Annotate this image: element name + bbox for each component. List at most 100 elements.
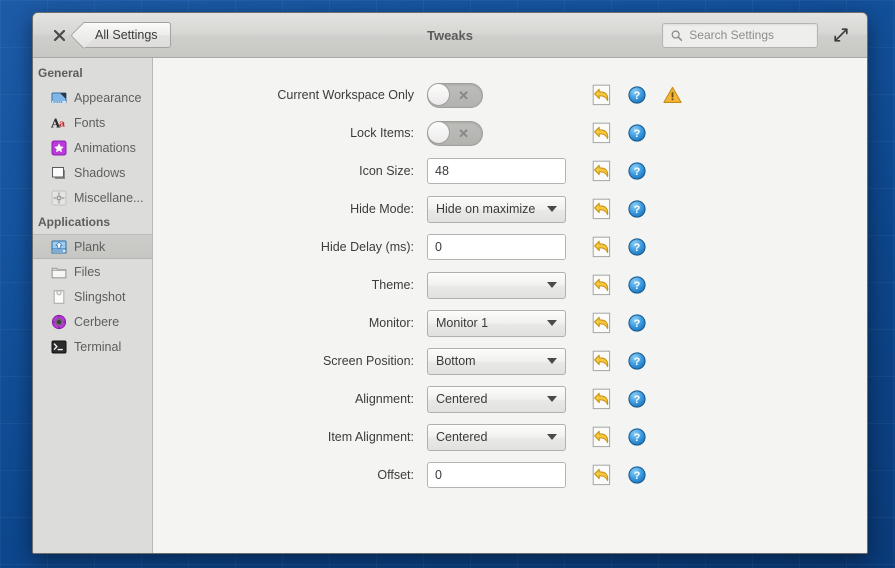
help-button-alignment[interactable]: ? — [627, 390, 647, 408]
setting-actions: ? — [592, 350, 682, 372]
spinner-hide-delay-ms[interactable]: −+ — [427, 234, 566, 260]
spinner-offset[interactable]: −+ — [427, 462, 566, 488]
help-button-hide-mode[interactable]: ? — [627, 200, 647, 218]
help-button-offset[interactable]: ? — [627, 466, 647, 484]
setting-label-current-workspace-only: Current Workspace Only — [277, 88, 414, 102]
search-input[interactable] — [689, 28, 809, 42]
reset-button-current-workspace-only[interactable] — [592, 84, 612, 106]
sidebar-item-plank[interactable]: Plank — [33, 234, 152, 259]
help-icon: ? — [628, 124, 646, 142]
sidebar-item-slingshot[interactable]: Slingshot — [33, 284, 152, 309]
help-button-icon-size[interactable]: ? — [627, 162, 647, 180]
reset-button-screen-position[interactable] — [592, 350, 612, 372]
close-button[interactable] — [49, 25, 69, 45]
chevron-down-icon — [547, 320, 557, 326]
help-button-item-alignment[interactable]: ? — [627, 428, 647, 446]
help-button-lock-items[interactable]: ? — [627, 124, 647, 142]
sidebar-item-label: Plank — [74, 239, 106, 254]
toggle-off-mark: ✕ — [458, 125, 469, 141]
toggle-switch-lock-items[interactable]: ✕ — [427, 120, 483, 146]
setting-row-lock-items: Lock Items: ✕? — [153, 114, 867, 152]
sidebar-item-files[interactable]: Files — [33, 259, 152, 284]
sidebar-item-animations[interactable]: Animations — [33, 135, 152, 160]
sidebar-item-appearance[interactable]: Appearance — [33, 85, 152, 110]
dropdown-value-item-alignment: Centered — [436, 430, 488, 444]
sidebar-item-miscellane[interactable]: Miscellane... — [33, 185, 152, 210]
cerbere-icon — [51, 314, 67, 330]
help-button-current-workspace-only[interactable]: ? — [627, 86, 647, 104]
sidebar-item-fonts[interactable]: Aa Fonts — [33, 110, 152, 135]
svg-text:?: ? — [634, 318, 641, 330]
toggle-switch-current-workspace-only[interactable]: ✕ — [427, 82, 483, 108]
sidebar-item-label: Fonts — [74, 115, 106, 130]
svg-text:?: ? — [634, 128, 641, 140]
svg-text:?: ? — [634, 90, 641, 102]
dropdown-hide-mode[interactable]: Hide on maximize — [427, 195, 566, 223]
search-icon — [671, 29, 683, 41]
setting-label-offset: Offset: — [377, 468, 414, 482]
sidebar-item-shadows[interactable]: Shadows — [33, 160, 152, 185]
help-button-theme[interactable]: ? — [627, 276, 647, 294]
search-box[interactable] — [662, 22, 818, 48]
setting-label-alignment: Alignment: — [354, 392, 414, 406]
all-settings-back-button[interactable]: All Settings — [83, 22, 171, 48]
setting-control-wrap: ✕ — [427, 82, 566, 108]
reset-button-icon-size[interactable] — [592, 160, 612, 182]
sidebar-item-label: Appearance — [74, 90, 142, 105]
help-icon: ? — [628, 276, 646, 294]
all-settings-label: All Settings — [95, 28, 158, 42]
setting-label-hide-delay-ms: Hide Delay (ms): — [320, 240, 414, 254]
setting-row-offset: Offset: −+? — [153, 456, 867, 494]
toggle-knob — [427, 120, 450, 144]
setting-actions: ? — [592, 274, 682, 296]
reset-button-hide-delay-ms[interactable] — [592, 236, 612, 258]
reset-button-hide-mode[interactable] — [592, 198, 612, 220]
maximize-button[interactable] — [830, 24, 852, 46]
plank-icon — [51, 239, 67, 255]
spinner-value-hide-delay-ms[interactable] — [428, 235, 565, 259]
setting-control-wrap: Bottom — [427, 347, 566, 375]
appearance-icon — [51, 90, 67, 106]
chevron-down-icon — [547, 282, 557, 288]
reset-button-theme[interactable] — [592, 274, 612, 296]
close-icon — [53, 29, 65, 41]
dropdown-screen-position[interactable]: Bottom — [427, 347, 566, 375]
reset-icon — [592, 122, 611, 144]
maximize-icon — [834, 28, 848, 42]
reset-icon — [592, 84, 611, 106]
toggle-knob — [427, 82, 450, 106]
help-icon: ? — [628, 86, 646, 104]
setting-actions: ? — [592, 312, 682, 334]
help-button-screen-position[interactable]: ? — [627, 352, 647, 370]
spinner-icon-size[interactable]: −+ — [427, 158, 566, 184]
sidebar-item-label: Slingshot — [74, 289, 126, 304]
sidebar-item-label: Terminal — [74, 339, 122, 354]
help-icon: ? — [628, 314, 646, 332]
sidebar-group-header: General — [38, 66, 83, 80]
reset-button-offset[interactable] — [592, 464, 612, 486]
help-button-monitor[interactable]: ? — [627, 314, 647, 332]
sidebar-item-cerbere[interactable]: Cerbere — [33, 309, 152, 334]
help-icon: ? — [628, 200, 646, 218]
reset-button-alignment[interactable] — [592, 388, 612, 410]
help-icon: ? — [628, 390, 646, 408]
setting-row-current-workspace-only: Current Workspace Only ✕? — [153, 76, 867, 114]
spinner-value-offset[interactable] — [428, 463, 565, 487]
reset-icon — [592, 274, 611, 296]
spinner-value-icon-size[interactable] — [428, 159, 565, 183]
setting-actions: ? — [592, 236, 682, 258]
svg-text:?: ? — [634, 432, 641, 444]
window-titlebar: All Settings Tweaks — [33, 13, 867, 58]
setting-actions: ? — [592, 84, 682, 106]
dropdown-theme[interactable] — [427, 271, 566, 299]
reset-button-monitor[interactable] — [592, 312, 612, 334]
sidebar-item-terminal[interactable]: Terminal — [33, 334, 152, 359]
reset-button-item-alignment[interactable] — [592, 426, 612, 448]
terminal-icon — [51, 339, 67, 355]
dropdown-item-alignment[interactable]: Centered — [427, 423, 566, 451]
help-button-hide-delay-ms[interactable]: ? — [627, 238, 647, 256]
reset-button-lock-items[interactable] — [592, 122, 612, 144]
dropdown-monitor[interactable]: Monitor 1 — [427, 309, 566, 337]
svg-text:a: a — [59, 118, 65, 129]
dropdown-alignment[interactable]: Centered — [427, 385, 566, 413]
